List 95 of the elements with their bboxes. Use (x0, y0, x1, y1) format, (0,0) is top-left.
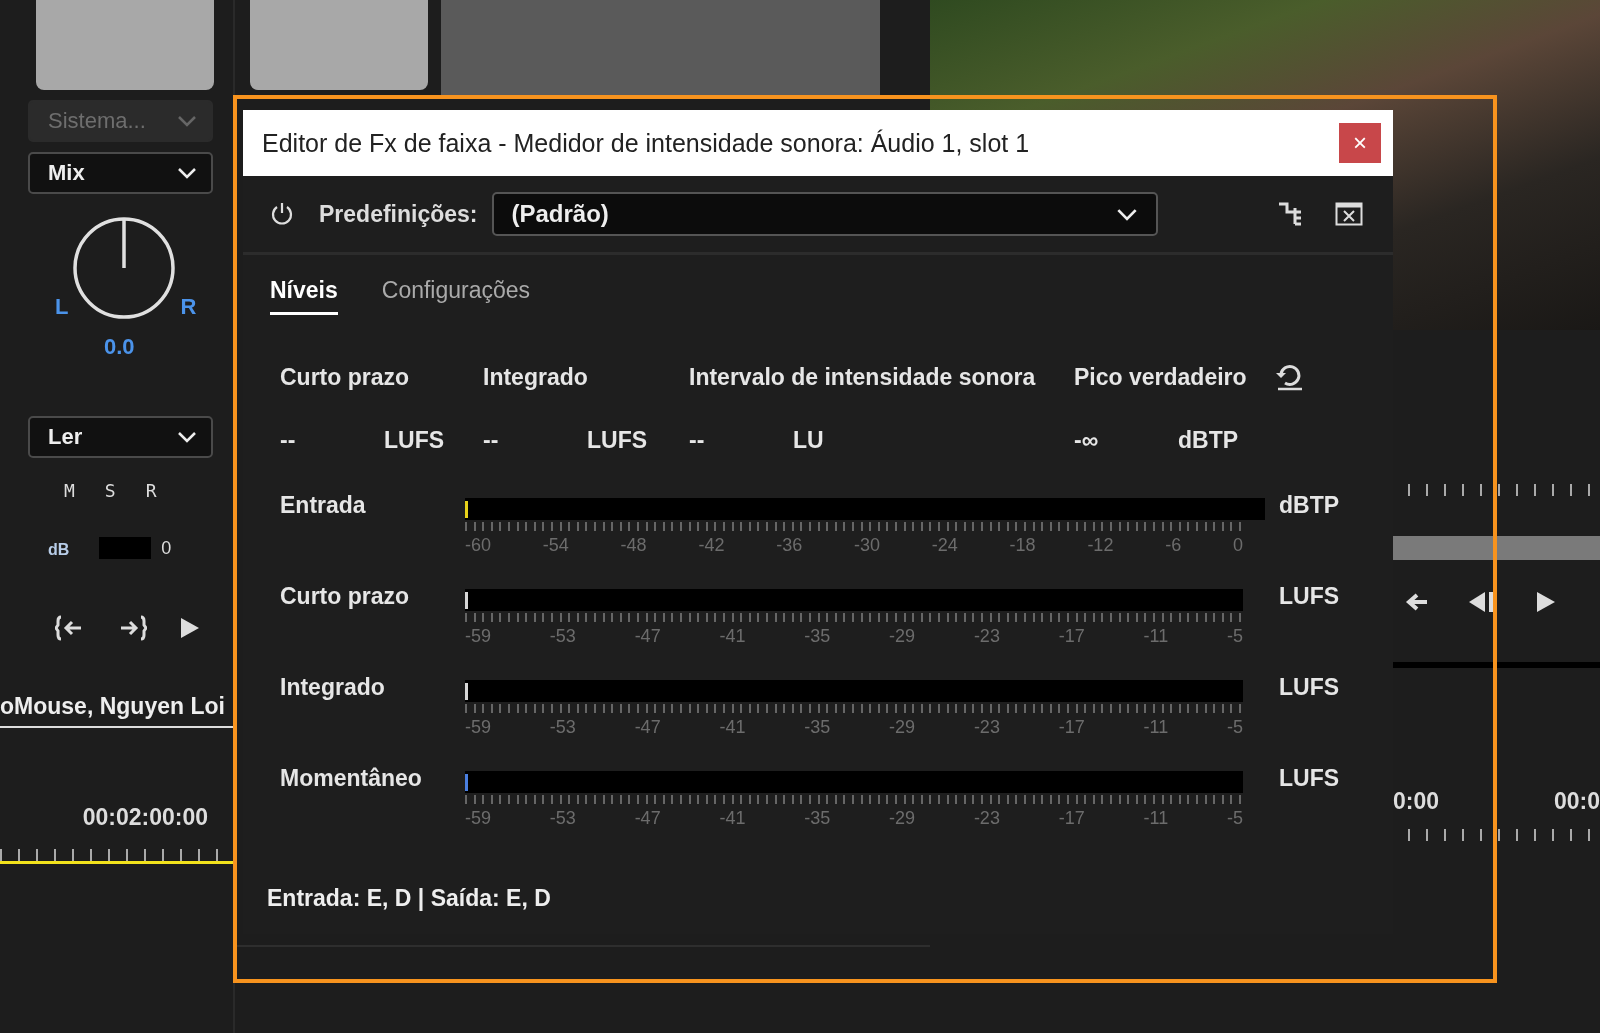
scale-label: -41 (719, 626, 746, 647)
meter-label: Momentâneo (280, 765, 423, 792)
scale-label: -47 (634, 626, 661, 647)
pan-right-label: R (180, 294, 197, 320)
readout-label: Integrado (483, 363, 589, 391)
scale-label: -17 (1058, 717, 1085, 738)
automation-dropdown[interactable]: Ler (28, 416, 213, 458)
scale-label: 0 (1232, 535, 1243, 556)
track-toggle[interactable]: R (145, 480, 157, 501)
timecode: 00:02:00:00 (81, 804, 209, 831)
scale-label: -17 (1058, 626, 1085, 647)
meter-unit: LUFS (1279, 674, 1340, 701)
scale-label: -23 (973, 808, 1000, 829)
readout-unit: dBTP (1178, 427, 1239, 454)
scale-label: -29 (889, 717, 916, 738)
timecode: 0:00 (1393, 788, 1440, 815)
track-toggle[interactable]: M (64, 480, 75, 501)
level-meter (99, 537, 152, 559)
chevron-icon (177, 115, 197, 127)
remove-effect-icon[interactable] (1335, 202, 1363, 226)
scale-label: -53 (549, 717, 576, 738)
preset-dropdown[interactable]: (Padrão) (491, 192, 1158, 236)
scale-label: -36 (776, 535, 803, 556)
scale-label: -11 (1143, 626, 1169, 647)
readout-value: -∞ (1074, 427, 1100, 454)
scale-label: -29 (889, 808, 916, 829)
power-icon[interactable] (269, 201, 295, 227)
scale-label: -30 (854, 535, 880, 556)
meter-unit: LUFS (1279, 583, 1340, 610)
readout-value: -- (280, 427, 297, 454)
play-icon[interactable] (1535, 590, 1557, 614)
meter-label: dB (48, 541, 70, 559)
scale-label: -47 (634, 717, 661, 738)
arrow-left-icon[interactable] (1405, 592, 1427, 612)
chevron-icon (1115, 207, 1138, 221)
scale-label: -35 (804, 717, 831, 738)
scale-label: -53 (549, 808, 576, 829)
scale-label: -23 (973, 626, 1000, 647)
tab[interactable]: Níveis (270, 277, 338, 315)
timecode: 00:0 (1553, 788, 1600, 815)
play-icon[interactable] (179, 616, 201, 640)
scale-label: -29 (889, 626, 916, 647)
readout-label: Pico verdadeiro (1074, 363, 1248, 391)
scale-label: -17 (1058, 808, 1085, 829)
scale-label: -59 (465, 808, 491, 829)
meter-unit: dBTP (1279, 492, 1340, 519)
step-back-icon[interactable] (1467, 591, 1495, 613)
readout-label: Intervalo de intensidade sonora (689, 363, 1037, 391)
bus-dropdown[interactable]: Mix (28, 152, 213, 194)
reset-icon[interactable] (1274, 363, 1304, 391)
scale-label: -53 (549, 626, 576, 647)
track-name[interactable]: oMouse, Nguyen Loi (0, 693, 233, 728)
meter-label: Curto prazo (280, 583, 411, 610)
scale-label: -35 (804, 626, 831, 647)
scale-label: -12 (1087, 535, 1114, 556)
scale-label: -11 (1143, 717, 1169, 738)
scale-label: -42 (698, 535, 725, 556)
scale-label: -59 (465, 626, 491, 647)
scale-label: -5 (1227, 626, 1243, 647)
readout-unit: LUFS (587, 427, 648, 454)
readout-label: Curto prazo (280, 363, 411, 391)
scale-label: -41 (719, 808, 746, 829)
scale-label: -18 (1009, 535, 1036, 556)
preset-label: Predefinições: (319, 200, 478, 228)
tab[interactable]: Configurações (381, 277, 531, 315)
scale-label: -23 (973, 717, 1000, 738)
close-button[interactable]: × (1339, 123, 1381, 163)
track-toggle[interactable]: S (104, 480, 116, 501)
meter-unit: LUFS (1279, 765, 1340, 792)
meter-label: Integrado (280, 674, 386, 701)
chevron-icon (177, 431, 197, 443)
scale-label: -41 (719, 717, 746, 738)
readout-unit: LU (793, 427, 824, 454)
chevron-icon (177, 167, 197, 179)
scale-label: -60 (465, 535, 491, 556)
scale-label: -54 (542, 535, 569, 556)
scale-label: -5 (1227, 808, 1243, 829)
scale-label: -6 (1165, 535, 1182, 556)
channel-info: Entrada: E, D | Saída: E, D (266, 885, 552, 912)
scale-label: -5 (1227, 717, 1243, 738)
scale-label: -24 (931, 535, 958, 556)
pan-value: 0.0 (104, 334, 136, 360)
scale-label: -59 (465, 717, 491, 738)
window-title: Editor de Fx de faixa - Medidor de intensidade sonora: Áudio 1, slot 1 (262, 128, 1030, 158)
scale-label: -47 (634, 808, 661, 829)
meter-label: Entrada (280, 492, 367, 519)
scale-label: -35 (804, 808, 831, 829)
scale-label: -48 (620, 535, 647, 556)
readout-value: -- (689, 427, 706, 454)
pan-left-label: L (55, 294, 69, 320)
readout-value: -- (483, 427, 500, 454)
scale-label: -11 (1143, 808, 1169, 829)
pan-knob[interactable] (72, 216, 177, 320)
meter-scale-label: 0 (161, 538, 172, 559)
readout-unit: LUFS (384, 427, 445, 454)
